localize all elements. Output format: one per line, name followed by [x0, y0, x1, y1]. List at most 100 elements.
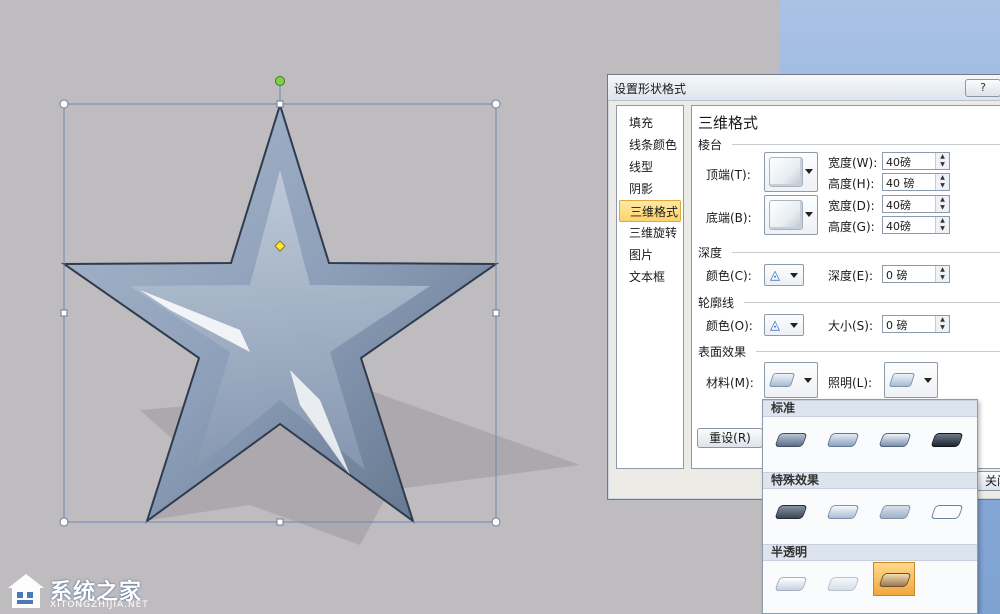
surface-section-title: 表面效果: [698, 345, 747, 359]
spin-up-icon[interactable]: ▲: [936, 174, 949, 182]
spinner-value: 0 磅: [886, 319, 908, 332]
paint-bucket-icon: ◬: [770, 318, 780, 333]
material-tile-metal[interactable]: [925, 422, 967, 456]
depth-color-dropdown[interactable]: ◬: [764, 264, 804, 286]
gallery-section-special: 特殊效果: [763, 472, 977, 489]
bevel-bottom-width-label: 宽度(D):: [828, 199, 875, 213]
resize-handle-top-right[interactable]: [491, 99, 501, 109]
chevron-down-icon: [790, 323, 798, 328]
bevel-bottom-height-label: 高度(G):: [828, 220, 875, 234]
nav-item-line-color[interactable]: 线条颜色: [619, 134, 681, 156]
star-shape-canvas[interactable]: [0, 0, 600, 614]
material-tile-soft-edge[interactable]: [821, 494, 863, 528]
material-dropdown[interactable]: [764, 362, 818, 398]
nav-item-shadow[interactable]: 阴影: [619, 178, 681, 200]
resize-handle-top-left[interactable]: [59, 99, 69, 109]
chevron-down-icon: [924, 378, 932, 383]
depth-spinner[interactable]: 0 磅 ▲ ▼: [882, 265, 950, 283]
contour-color-dropdown[interactable]: ◬: [764, 314, 804, 336]
panel-title: 三维格式: [698, 114, 759, 132]
section-divider: [732, 144, 1000, 145]
chevron-down-icon: [805, 169, 813, 174]
watermark-url: XITONGZHIJIA.NET: [50, 600, 149, 610]
section-divider: [756, 351, 1000, 352]
spin-up-icon[interactable]: ▲: [936, 316, 949, 324]
chevron-down-icon: [790, 273, 798, 278]
spin-up-icon[interactable]: ▲: [936, 266, 949, 274]
material-tile-clear[interactable]: [821, 566, 863, 600]
nav-item-line-style[interactable]: 线型: [619, 156, 681, 178]
lighting-preview-icon: [888, 373, 916, 387]
bevel-top-label: 顶端(T):: [706, 168, 751, 182]
chevron-down-icon: [805, 212, 813, 217]
close-button[interactable]: 关闭: [976, 471, 1000, 491]
bevel-bottom-height-spinner[interactable]: 40磅 ▲ ▼: [882, 216, 950, 234]
material-tile-warm-matte[interactable]: [821, 422, 863, 456]
spin-up-icon[interactable]: ▲: [936, 196, 949, 204]
resize-handle-right[interactable]: [492, 309, 500, 317]
bevel-top-height-label: 高度(H):: [828, 177, 875, 191]
material-tile-dark-edge[interactable]: [769, 494, 811, 528]
material-tile-wireframe[interactable]: [925, 494, 967, 528]
resize-handle-bottom[interactable]: [276, 518, 284, 526]
spinner-value: 40磅: [886, 199, 911, 212]
depth-size-label: 深度(E):: [828, 269, 873, 283]
material-tile-plastic[interactable]: [873, 422, 915, 456]
material-tile-powder[interactable]: [769, 566, 811, 600]
bevel-top-height-spinner[interactable]: 40 磅 ▲ ▼: [882, 173, 950, 191]
material-label: 材料(M):: [706, 376, 754, 390]
depth-section-title: 深度: [698, 246, 723, 260]
resize-handle-top[interactable]: [276, 100, 284, 108]
reset-button[interactable]: 重设(R): [697, 428, 763, 448]
dialog-titlebar[interactable]: 设置形状格式 ?: [608, 75, 1000, 101]
resize-handle-bottom-right[interactable]: [491, 517, 501, 527]
spinner-value: 0 磅: [886, 269, 908, 282]
spin-down-icon[interactable]: ▼: [936, 204, 949, 212]
spinner-value: 40磅: [886, 156, 911, 169]
spin-up-icon[interactable]: ▲: [936, 153, 949, 161]
spin-down-icon[interactable]: ▼: [936, 225, 949, 233]
spin-down-icon[interactable]: ▼: [936, 274, 949, 282]
nav-item-text-box[interactable]: 文本框: [619, 266, 681, 288]
spin-down-icon[interactable]: ▼: [936, 182, 949, 190]
contour-section-title: 轮廓线: [698, 296, 735, 310]
bevel-bottom-dropdown[interactable]: [764, 195, 818, 235]
spin-down-icon[interactable]: ▼: [936, 161, 949, 169]
rotation-handle[interactable]: [275, 76, 285, 86]
chevron-down-icon: [804, 378, 812, 383]
paint-bucket-icon: ◬: [770, 268, 780, 283]
resize-handle-left[interactable]: [60, 309, 68, 317]
lighting-label: 照明(L):: [828, 376, 873, 390]
spin-up-icon[interactable]: ▲: [936, 217, 949, 225]
bevel-section-title: 棱台: [698, 138, 723, 152]
nav-item-3d-rotation[interactable]: 三维旋转: [619, 222, 681, 244]
dialog-title: 设置形状格式: [614, 82, 687, 96]
spinner-value: 40磅: [886, 220, 911, 233]
lighting-dropdown[interactable]: [884, 362, 938, 398]
gallery-section-translucent: 半透明: [763, 544, 977, 561]
spin-down-icon[interactable]: ▼: [936, 324, 949, 332]
bevel-top-width-spinner[interactable]: 40磅 ▲ ▼: [882, 152, 950, 170]
bevel-top-width-label: 宽度(W):: [828, 156, 878, 170]
material-tile-matte[interactable]: [769, 422, 811, 456]
bevel-bottom-label: 底端(B):: [706, 211, 752, 225]
bevel-bottom-width-spinner[interactable]: 40磅 ▲ ▼: [882, 195, 950, 213]
material-tile-flat[interactable]: [873, 494, 915, 528]
bevel-top-dropdown[interactable]: [764, 152, 818, 192]
depth-color-label: 颜色(C):: [706, 269, 752, 283]
nav-item-picture[interactable]: 图片: [619, 244, 681, 266]
spinner-value: 40 磅: [886, 177, 915, 190]
help-button[interactable]: ?: [965, 79, 1000, 97]
section-divider: [744, 302, 1000, 303]
section-divider: [732, 252, 1000, 253]
gallery-section-standard: 标准: [763, 400, 977, 417]
contour-color-label: 颜色(O):: [706, 319, 753, 333]
material-tile-translucent-powder[interactable]: [873, 562, 915, 596]
nav-item-3d-format[interactable]: 三维格式: [619, 200, 681, 222]
material-gallery-popup: 标准 特殊效果 半透明: [762, 399, 978, 614]
material-preview-icon: [768, 373, 796, 387]
contour-size-spinner[interactable]: 0 磅 ▲ ▼: [882, 315, 950, 333]
resize-handle-bottom-left[interactable]: [59, 517, 69, 527]
house-logo-icon: [8, 574, 44, 608]
nav-item-fill[interactable]: 填充: [619, 112, 681, 134]
